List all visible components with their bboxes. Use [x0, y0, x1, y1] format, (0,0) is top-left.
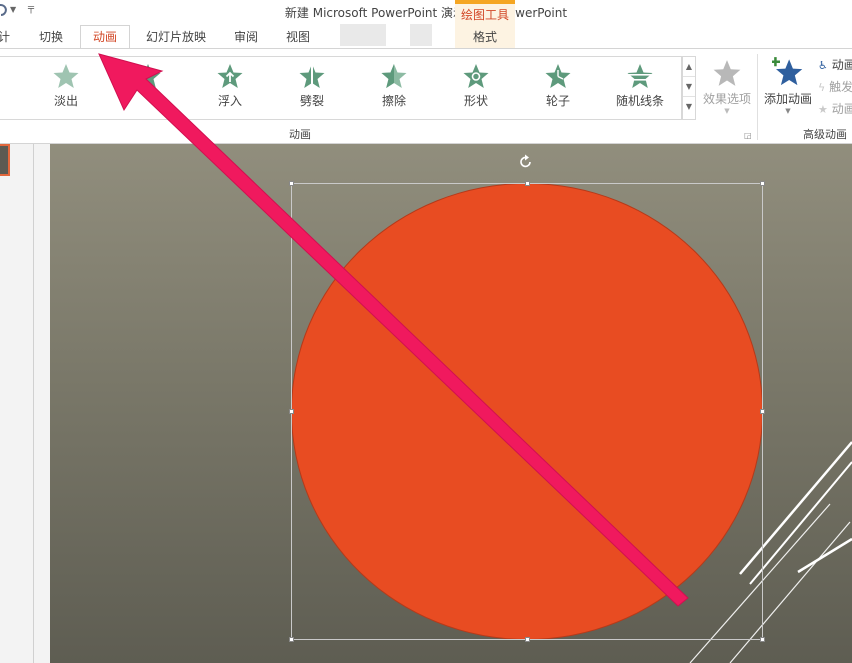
star-icon — [135, 64, 161, 88]
add-animation-label: 添加动画 — [763, 92, 812, 106]
selection-box — [291, 183, 763, 640]
chevron-down-icon: ▼ — [724, 107, 730, 115]
resize-handle[interactable] — [760, 181, 765, 186]
animation-shape[interactable]: 形状 — [446, 62, 506, 112]
group-label-animation: 动画 — [289, 128, 311, 141]
animation-float-in[interactable]: 浮入 — [200, 62, 260, 112]
animation-split[interactable]: 劈裂 — [282, 62, 342, 112]
tab-format[interactable]: 格式 — [458, 26, 512, 48]
trigger-label: 触发 — [829, 80, 852, 94]
resize-handle[interactable] — [525, 181, 530, 186]
resize-handle[interactable] — [760, 409, 765, 414]
resize-handle[interactable] — [289, 181, 294, 186]
trigger-icon: ϟ — [818, 81, 826, 94]
resize-handle[interactable] — [289, 409, 294, 414]
add-animation-button[interactable]: 添加动画 ▼ — [760, 56, 816, 128]
animation-fade-out[interactable]: 淡出 — [36, 62, 96, 112]
resize-handle[interactable] — [760, 637, 765, 642]
animation-random-bars[interactable]: 随机线条 — [610, 62, 670, 112]
dialog-launcher-icon[interactable]: ◲ — [744, 131, 752, 140]
star-float-icon — [217, 64, 243, 88]
rotate-handle-icon[interactable] — [518, 154, 534, 170]
trigger-button[interactable]: ϟ 触发 — [818, 78, 852, 96]
animation-label: 淡出 — [53, 94, 78, 108]
animation-label: 劈裂 — [299, 94, 324, 108]
star-wipe-icon — [381, 64, 407, 88]
group-divider — [757, 54, 758, 140]
tab-animations[interactable]: 动画 — [80, 25, 130, 49]
context-group-label: 绘图工具 — [460, 8, 509, 22]
star-split-icon — [299, 64, 325, 88]
slide-canvas[interactable] — [50, 144, 852, 663]
animation-item[interactable] — [118, 62, 178, 112]
star-shape-icon — [463, 64, 489, 88]
tab-review[interactable]: 审阅 — [228, 26, 264, 48]
animation-pane-label: 动画 — [831, 58, 852, 72]
animation-painter-button[interactable]: ★ 动画 — [818, 100, 852, 118]
tab-slide-show[interactable]: 幻灯片放映 — [142, 26, 210, 48]
animation-label: 擦除 — [381, 94, 406, 108]
animation-label: 随机线条 — [615, 94, 664, 108]
animation-pane-button[interactable]: ♿ 动画 — [818, 56, 852, 74]
blurred-tab — [410, 24, 432, 46]
animation-label: 形状 — [463, 94, 488, 108]
animation-label: 轮子 — [545, 94, 570, 108]
animation-painter-icon: ★ — [818, 103, 828, 116]
effect-options-button[interactable]: 效果选项 ▼ — [698, 58, 756, 126]
resize-handle[interactable] — [289, 637, 294, 642]
animation-wheel[interactable]: 轮子 — [528, 62, 588, 112]
title-bar: ▼ ╤ 新建 Microsoft PowerPoint 演示文稿 - Power… — [0, 0, 852, 24]
gallery-scroll-down-icon[interactable]: ▼ — [683, 77, 695, 97]
tab-design[interactable]: 计 — [0, 26, 12, 48]
panel-splitter[interactable] — [33, 144, 34, 663]
tab-view[interactable]: 视图 — [280, 26, 316, 48]
slide-thumbnail-panel — [0, 144, 50, 663]
gallery-scroll-up-icon[interactable]: ▲ — [683, 57, 695, 77]
chevron-down-icon: ▼ — [785, 107, 791, 115]
gallery-scrollbar[interactable]: ▲ ▼ ▼ — [682, 56, 696, 120]
animation-wipe[interactable]: 擦除 — [364, 62, 424, 112]
add-star-icon — [772, 57, 803, 86]
animation-painter-label: 动画 — [831, 102, 852, 116]
effect-options-label: 效果选项 — [702, 92, 751, 106]
animation-pane-icon: ♿ — [818, 59, 828, 72]
blurred-tab — [340, 24, 386, 46]
star-fade-icon — [53, 64, 79, 88]
group-label-advanced: 高级动画 — [803, 128, 847, 141]
gallery-more-icon[interactable]: ▼ — [683, 97, 695, 117]
tab-transitions[interactable]: 切换 — [34, 26, 68, 48]
star-random-bars-icon — [627, 64, 653, 88]
star-effect-icon — [713, 60, 741, 86]
resize-handle[interactable] — [525, 637, 530, 642]
star-wheel-icon — [545, 64, 571, 88]
animation-label: 浮入 — [217, 94, 242, 108]
window-title: 新建 Microsoft PowerPoint 演示文稿 - PowerPoin… — [284, 6, 568, 20]
slide-thumbnail[interactable] — [0, 144, 10, 176]
